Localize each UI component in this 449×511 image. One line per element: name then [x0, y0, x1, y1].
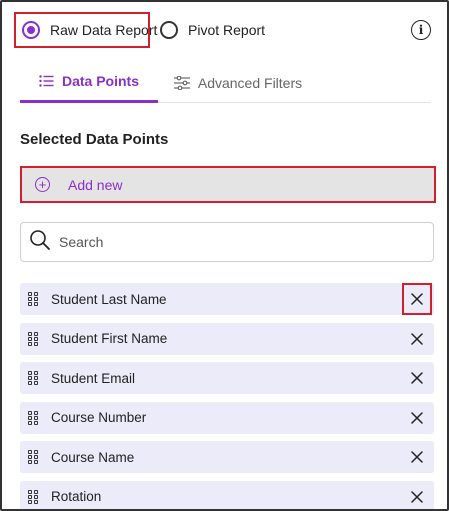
search-box [20, 222, 434, 262]
close-icon [411, 411, 423, 424]
pivot-report-radio[interactable]: Pivot Report [157, 12, 277, 48]
data-point-label: Student Last Name [51, 291, 167, 307]
close-icon [411, 293, 423, 305]
search-input[interactable] [59, 234, 399, 250]
data-point-item[interactable]: Course Name [20, 441, 434, 473]
add-circle-icon: + [35, 177, 50, 192]
add-new-button[interactable]: + Add new [20, 166, 436, 203]
data-points-list: Student Last Name Student First Name Stude… [20, 283, 434, 510]
remove-data-point-button[interactable] [402, 283, 432, 315]
remove-data-point-button[interactable] [402, 481, 432, 510]
data-point-label: Student Email [51, 370, 136, 386]
info-icon[interactable]: i [411, 20, 431, 40]
close-icon [411, 372, 423, 384]
sliders-icon [173, 75, 190, 90]
raw-data-report-radio[interactable]: Raw Data Report [14, 12, 157, 48]
close-icon [411, 332, 423, 345]
data-point-label: Course Number [51, 410, 147, 425]
radio-checked-icon [22, 21, 40, 39]
data-point-item[interactable]: Rotation [20, 480, 434, 510]
data-point-label: Student First Name [51, 331, 168, 346]
remove-data-point-button[interactable] [402, 441, 432, 473]
add-new-label: Add new [68, 176, 123, 193]
drag-handle-icon[interactable] [28, 450, 38, 464]
drag-handle-icon[interactable] [28, 371, 38, 385]
tab-data-points[interactable]: Data Points [20, 62, 158, 103]
tab-advanced-filters[interactable]: Advanced Filters [168, 62, 308, 103]
tab-advanced-filters-label: Advanced Filters [197, 74, 303, 91]
section-title: Selected Data Points [20, 131, 169, 148]
drag-handle-icon[interactable] [28, 331, 38, 346]
tab-data-points-label: Data Points [61, 73, 139, 89]
remove-data-point-button[interactable] [402, 323, 432, 355]
search-icon [29, 229, 51, 256]
remove-data-point-button[interactable] [402, 362, 432, 394]
report-type-selector: Raw Data Report Pivot Report i [12, 12, 437, 52]
data-point-label: Rotation [51, 489, 102, 504]
pivot-report-label: Pivot Report [188, 22, 266, 38]
close-icon [411, 451, 423, 463]
data-point-item[interactable]: Student Last Name [20, 283, 434, 315]
data-point-label: Course Name [51, 449, 135, 465]
tab-bar: Data Points Advanced Filters [20, 62, 431, 103]
drag-handle-icon[interactable] [28, 489, 38, 504]
drag-handle-icon[interactable] [28, 410, 38, 425]
remove-data-point-button[interactable] [402, 402, 432, 434]
raw-data-report-label: Raw Data Report [50, 22, 158, 38]
close-icon [411, 490, 423, 503]
list-icon [39, 75, 54, 87]
report-builder-panel: Raw Data Report Pivot Report i Data Poin… [0, 0, 449, 511]
data-point-item[interactable]: Course Number [20, 401, 434, 434]
data-point-item[interactable]: Student First Name [20, 322, 434, 355]
radio-unchecked-icon [160, 21, 178, 39]
drag-handle-icon[interactable] [28, 292, 38, 306]
data-point-item[interactable]: Student Email [20, 362, 434, 394]
